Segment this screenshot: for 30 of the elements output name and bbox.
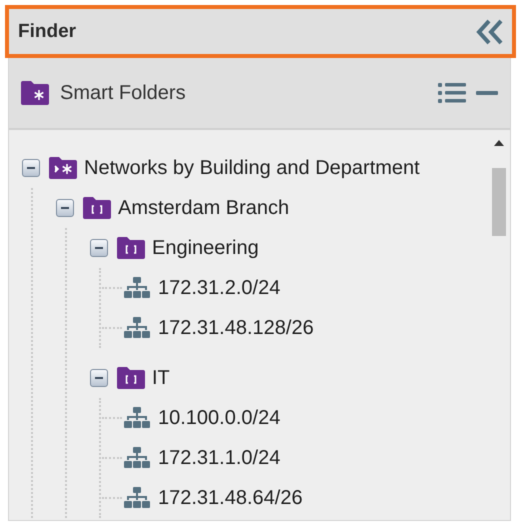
network-label[interactable]: 172.31.1.0/24	[158, 446, 280, 470]
folder-icon	[82, 196, 112, 220]
folder-label[interactable]: Amsterdam Branch	[118, 196, 290, 220]
scrollbar-thumb[interactable]	[492, 168, 506, 236]
collapse-toggle[interactable]	[90, 369, 108, 387]
folder-label[interactable]: Networks by Building and Department	[84, 156, 420, 180]
folder-label[interactable]: Engineering	[152, 236, 259, 260]
collapse-toggle[interactable]	[90, 239, 108, 257]
minimize-icon[interactable]	[476, 90, 498, 96]
network-icon	[122, 486, 152, 510]
network-icon	[122, 406, 152, 430]
network-label[interactable]: 172.31.48.64/26	[158, 486, 303, 510]
list-icon[interactable]	[438, 82, 466, 104]
collapse-toggle[interactable]	[56, 199, 74, 217]
collapse-panel-icon[interactable]	[476, 18, 504, 44]
smart-folder-icon	[48, 156, 78, 180]
panel-title: Finder	[18, 20, 76, 42]
network-icon	[122, 316, 152, 340]
folder-icon	[116, 366, 146, 390]
folder-icon	[116, 236, 146, 260]
collapse-toggle[interactable]	[22, 159, 40, 177]
scroll-up-icon[interactable]	[494, 140, 504, 146]
folder-label[interactable]: IT	[152, 366, 170, 390]
network-label[interactable]: 10.100.0.0/24	[158, 406, 280, 430]
smart-folder-icon	[20, 80, 50, 106]
network-label[interactable]: 172.31.2.0/24	[158, 276, 280, 300]
network-icon	[122, 446, 152, 470]
network-icon	[122, 276, 152, 300]
section-title: Smart Folders	[60, 82, 187, 104]
network-label[interactable]: 172.31.48.128/26	[158, 316, 314, 340]
